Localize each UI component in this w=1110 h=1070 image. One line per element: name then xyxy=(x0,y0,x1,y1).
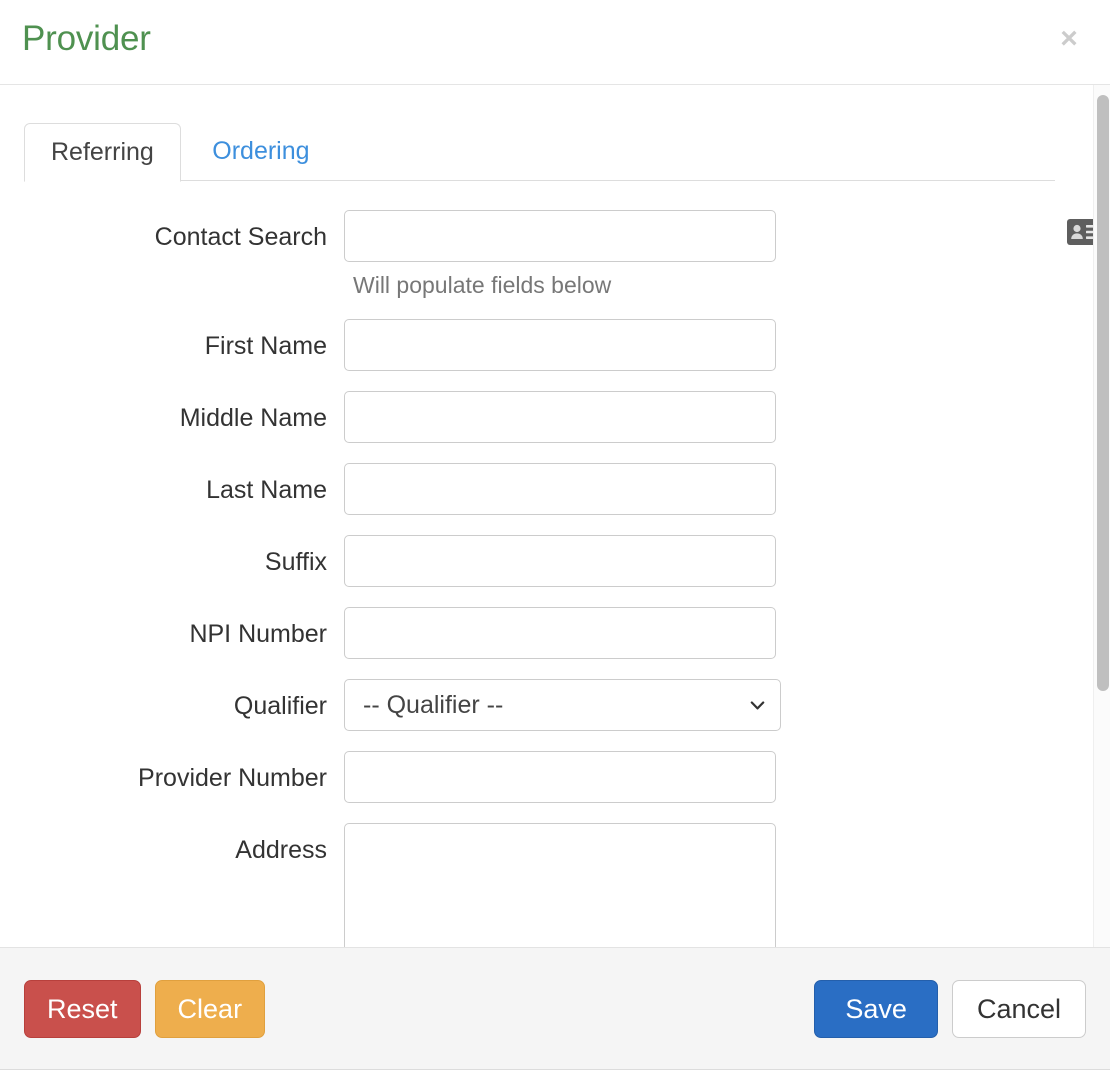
page-title: Provider xyxy=(22,19,151,58)
first-name-input[interactable] xyxy=(344,319,776,371)
tab-referring[interactable]: Referring xyxy=(24,123,181,182)
label-suffix: Suffix xyxy=(264,548,327,576)
close-icon[interactable]: × xyxy=(1052,22,1086,56)
field-row-suffix: Suffix xyxy=(0,535,1110,587)
contact-search-help: Will populate fields below xyxy=(353,272,612,298)
npi-number-input[interactable] xyxy=(344,607,776,659)
label-contact-search: Contact Search xyxy=(154,223,327,251)
field-row-qualifier: Qualifier -- Qualifier -- xyxy=(0,679,1110,731)
suffix-input[interactable] xyxy=(344,535,776,587)
reset-button[interactable]: Reset xyxy=(24,980,141,1038)
dialog-body: Referring Ordering Contact Search Will p… xyxy=(0,85,1110,947)
address-textarea[interactable] xyxy=(344,823,776,947)
field-row-address: Address xyxy=(0,823,1110,947)
field-row-npi-number: NPI Number xyxy=(0,607,1110,659)
qualifier-select[interactable]: -- Qualifier -- xyxy=(344,679,781,731)
footer-left-actions: Reset Clear xyxy=(24,980,266,1038)
scroll-region: Referring Ordering Contact Search Will p… xyxy=(0,85,1110,947)
tab-ordering[interactable]: Ordering xyxy=(185,122,336,181)
contact-search-input[interactable] xyxy=(344,210,776,262)
label-last-name: Last Name xyxy=(206,476,327,504)
tab-bar: Referring Ordering xyxy=(24,122,1055,182)
field-row-contact-search: Contact Search Will populate fields belo… xyxy=(0,210,1110,299)
dialog-header: Provider × xyxy=(0,0,1110,85)
middle-name-input[interactable] xyxy=(344,391,776,443)
field-row-middle-name: Middle Name xyxy=(0,391,1110,443)
label-first-name: First Name xyxy=(204,332,327,360)
label-middle-name: Middle Name xyxy=(179,404,327,432)
cancel-button[interactable]: Cancel xyxy=(951,980,1086,1038)
label-provider-number: Provider Number xyxy=(138,764,327,792)
vertical-scrollbar[interactable] xyxy=(1093,85,1110,947)
dialog-footer: Reset Clear Save Cancel xyxy=(0,947,1110,1070)
footer-right-actions: Save Cancel xyxy=(814,980,1086,1038)
provider-form: Contact Search Will populate fields belo… xyxy=(0,210,1110,947)
label-npi-number: NPI Number xyxy=(189,620,327,648)
label-address: Address xyxy=(235,836,327,864)
field-row-last-name: Last Name xyxy=(0,463,1110,515)
clear-button[interactable]: Clear xyxy=(154,980,266,1038)
last-name-input[interactable] xyxy=(344,463,776,515)
label-qualifier: Qualifier xyxy=(233,692,327,720)
scrollbar-thumb[interactable] xyxy=(1097,95,1109,691)
field-row-first-name: First Name xyxy=(0,319,1110,371)
save-button[interactable]: Save xyxy=(814,980,938,1038)
field-row-provider-number: Provider Number xyxy=(0,751,1110,803)
provider-number-input[interactable] xyxy=(344,751,776,803)
provider-dialog: Provider × Referring Ordering Contact Se… xyxy=(0,0,1110,1070)
